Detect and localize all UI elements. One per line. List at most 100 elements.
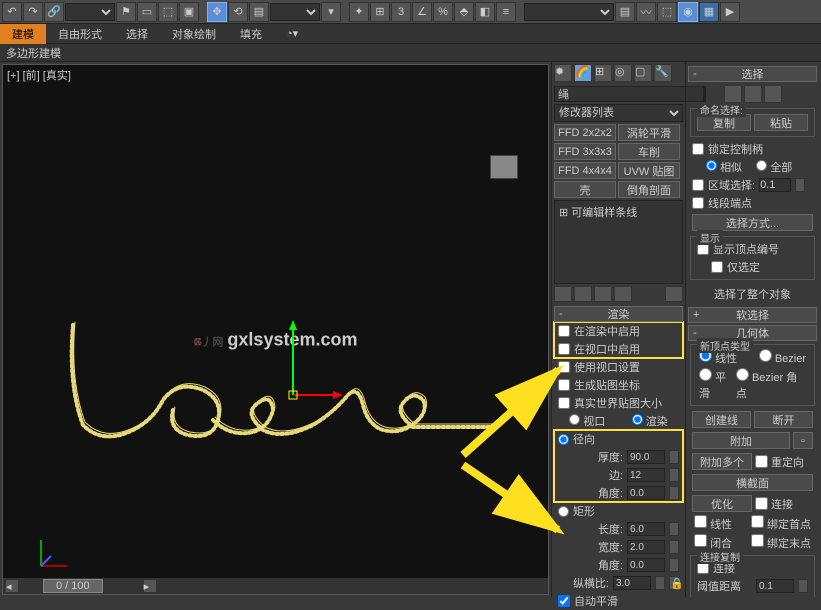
pivot-button[interactable]: ▾ (321, 2, 341, 22)
undo-button[interactable]: ↶ (2, 2, 22, 22)
material-editor-button[interactable]: ◉ (678, 2, 698, 22)
utilities-tab-icon[interactable]: 🔧 (654, 64, 672, 82)
render-rollout-header[interactable]: -渲染 (554, 306, 683, 322)
spinner-snap-button[interactable]: ⬘ (454, 2, 474, 22)
length-spinner[interactable] (669, 522, 679, 536)
render-setup-button[interactable]: ▦ (699, 2, 719, 22)
rotate-button[interactable]: ⟲ (228, 2, 248, 22)
tab-objectpaint[interactable]: 对象绘制 (160, 24, 228, 44)
tab-selection[interactable]: 选择 (114, 24, 160, 44)
rect-radio[interactable] (558, 506, 569, 517)
area-select-input[interactable] (759, 178, 791, 192)
spline-subobj-icon[interactable] (764, 85, 782, 103)
attach-pick-button[interactable]: ▫ (793, 432, 813, 449)
align-button[interactable]: ≡ (496, 2, 516, 22)
aspect-spinner[interactable] (655, 576, 665, 590)
viewcube[interactable] (490, 155, 518, 179)
connect-checkbox[interactable] (755, 497, 768, 510)
stack-item-spline[interactable]: ⊞ 可编辑样条线 (557, 203, 680, 221)
enable-viewport-checkbox[interactable] (558, 343, 570, 355)
bind-first-checkbox[interactable] (751, 515, 764, 528)
mirror-button[interactable]: ◧ (475, 2, 495, 22)
unique-button[interactable] (594, 286, 612, 302)
bezier-corner-radio[interactable] (736, 368, 749, 381)
attach-multi-button[interactable]: 附加多个 (692, 453, 752, 470)
attach-button[interactable]: 附加 (692, 432, 790, 449)
threshold-spinner[interactable] (798, 579, 808, 593)
time-slider-thumb[interactable]: 0 / 100 (43, 579, 103, 593)
angle-input[interactable] (627, 486, 665, 500)
turbosmooth-button[interactable]: 涡轮平滑 (618, 124, 680, 141)
viewport-label[interactable]: [+] [前] [真实] (7, 67, 71, 83)
viewport-radio[interactable] (569, 414, 580, 425)
area-select-spinner[interactable] (795, 178, 805, 192)
lathe-button[interactable]: 车削 (618, 143, 680, 160)
sides-input[interactable] (627, 468, 665, 482)
shell-button[interactable]: 壳 (554, 181, 616, 198)
motion-tab-icon[interactable]: ◎ (614, 64, 632, 82)
reorient-checkbox[interactable] (755, 455, 768, 468)
modifier-list-dropdown[interactable]: 修改器列表 (554, 104, 683, 122)
linear2-checkbox[interactable] (694, 515, 707, 528)
angle2-input[interactable] (627, 558, 665, 572)
ffd333-button[interactable]: FFD 3x3x3 (554, 143, 616, 160)
redo-button[interactable]: ↷ (23, 2, 43, 22)
modify-tab-icon[interactable]: 🌈 (574, 64, 592, 82)
gen-map-checkbox[interactable] (558, 379, 570, 391)
angle-snap-button[interactable]: ∠ (412, 2, 432, 22)
curve-editor-button[interactable]: 〰 (636, 2, 656, 22)
aspect-input[interactable] (613, 576, 651, 590)
use-vp-settings-checkbox[interactable] (558, 361, 570, 373)
thickness-spinner[interactable] (669, 450, 679, 464)
selected-only-checkbox[interactable] (711, 261, 723, 273)
show-end-button[interactable] (574, 286, 592, 302)
slider-prev-button[interactable]: ◂ (5, 579, 19, 593)
vertex-subobj-icon[interactable] (724, 85, 742, 103)
tab-populate[interactable]: 填充 (228, 24, 274, 44)
chamfer-button[interactable]: 倒角剖面 (618, 181, 680, 198)
display-tab-icon[interactable]: ▢ (634, 64, 652, 82)
closed-checkbox[interactable] (694, 534, 707, 547)
create-tab-icon[interactable]: ✹ (554, 64, 572, 82)
angle2-spinner[interactable] (669, 558, 679, 572)
lock-handles-checkbox[interactable] (692, 143, 704, 155)
uvwmap-button[interactable]: UVW 贴图 (618, 162, 680, 179)
layer-button[interactable]: ▤ (615, 2, 635, 22)
time-slider[interactable]: ◂ 0 / 100 ▸ (3, 578, 548, 594)
angle-spinner[interactable] (669, 486, 679, 500)
named-selection-dropdown[interactable]: 创建选择集 (524, 3, 614, 21)
remove-mod-button[interactable] (614, 286, 632, 302)
bezier-radio[interactable] (759, 349, 772, 362)
render-radio[interactable] (632, 414, 643, 425)
manip-button[interactable]: ✦ (349, 2, 369, 22)
tab-modeling[interactable]: 建模 (0, 24, 46, 44)
selection-rollout-header[interactable]: -选择 (688, 66, 817, 82)
aspect-lock-button[interactable]: 🔒 (669, 576, 679, 590)
segment-subobj-icon[interactable] (744, 85, 762, 103)
bind-last-checkbox[interactable] (751, 534, 764, 547)
scale-button[interactable]: ▤ (249, 2, 269, 22)
paste-sel-button[interactable]: 粘贴 (754, 114, 808, 131)
softsel-rollout-header[interactable]: +软选择 (688, 307, 817, 323)
smooth-radio[interactable] (699, 368, 712, 381)
all-radio[interactable] (756, 160, 767, 171)
area-select-checkbox[interactable] (692, 179, 704, 191)
move-button[interactable]: ✥ (207, 2, 227, 22)
flag-button[interactable]: ⚑ (116, 2, 136, 22)
snap-toggle-button[interactable]: ⊞ (370, 2, 390, 22)
segment-end-checkbox[interactable] (692, 197, 704, 209)
coord-dropdown[interactable]: 视图 (270, 3, 320, 21)
object-name-input[interactable] (554, 86, 704, 102)
filter-dropdown[interactable]: 全部 (65, 3, 115, 21)
thickness-input[interactable] (627, 450, 665, 464)
link-button[interactable]: 🔗 (44, 2, 64, 22)
break-button[interactable]: 断开 (754, 411, 813, 428)
viewport[interactable]: [+] [前] [真实] GX丿网gxlsystem.com ◂ 0 / 100… (2, 64, 549, 595)
modifier-stack[interactable]: ⊞ 可编辑样条线 (554, 200, 683, 284)
render-button[interactable]: ▶ (720, 2, 740, 22)
ffd222-button[interactable]: FFD 2x2x2 (554, 124, 616, 141)
schematic-button[interactable]: ⬚ (657, 2, 677, 22)
pin-stack-button[interactable] (554, 286, 572, 302)
radial-radio[interactable] (558, 434, 569, 445)
tab-expand[interactable]: ◔▾ (274, 24, 310, 44)
